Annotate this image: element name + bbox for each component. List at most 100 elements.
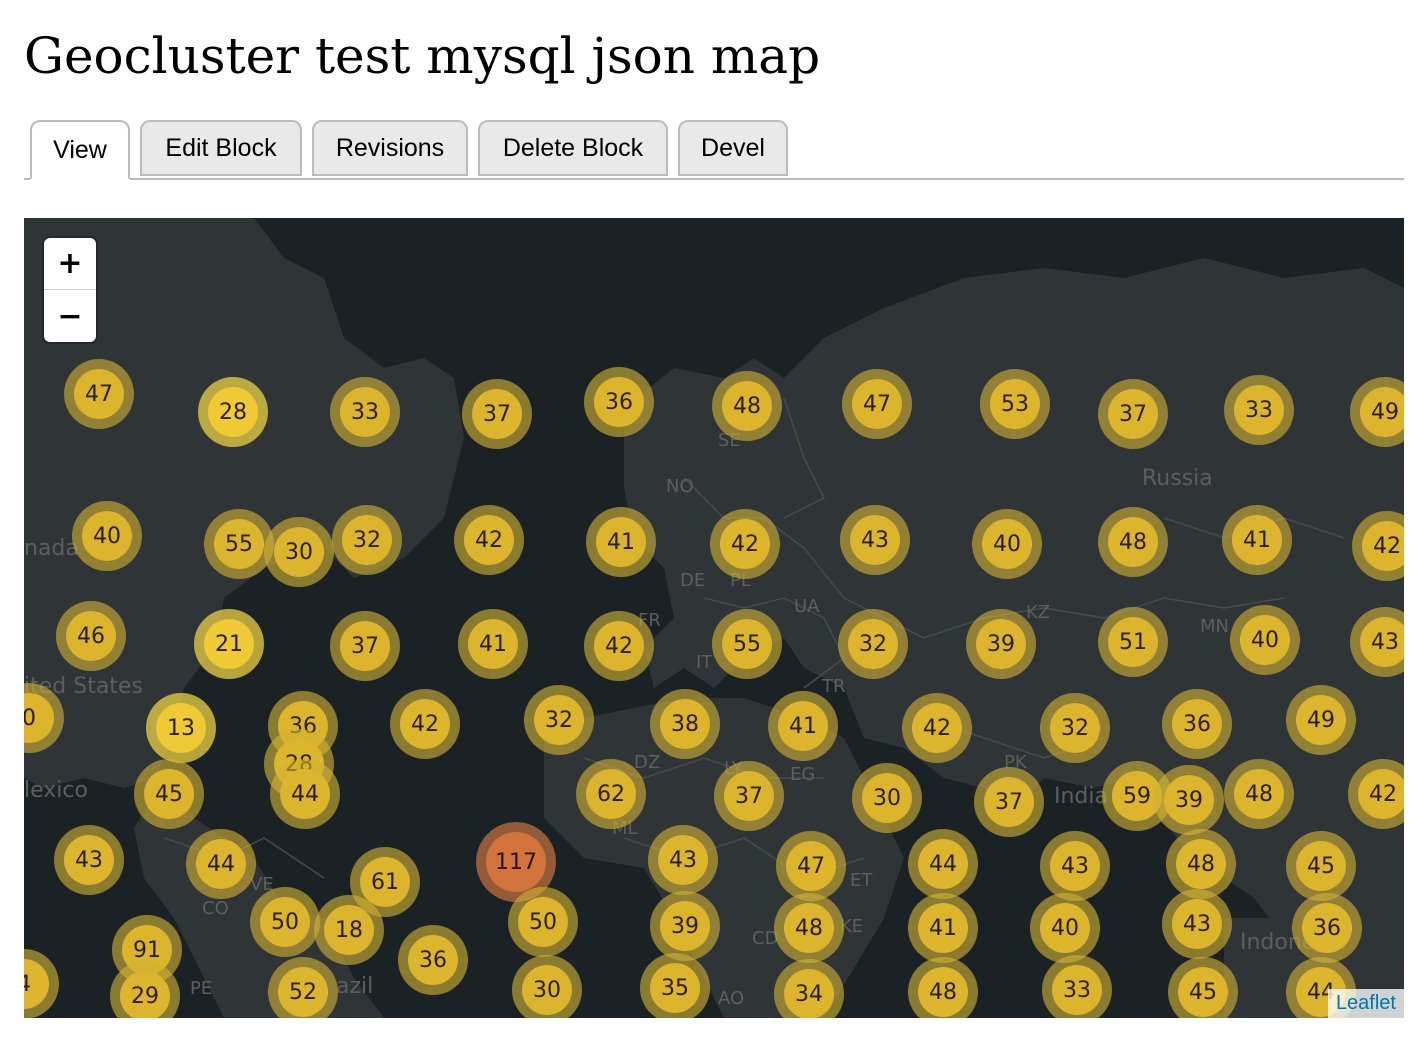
cluster-marker[interactable]: 37 xyxy=(330,611,400,681)
cluster-count: 49 xyxy=(1360,387,1404,437)
cluster-marker[interactable]: 37 xyxy=(462,379,532,449)
cluster-marker[interactable]: 33 xyxy=(1224,375,1294,445)
cluster-count: 39 xyxy=(1164,775,1214,825)
zoom-in-button[interactable]: + xyxy=(44,238,96,290)
cluster-marker[interactable]: 33 xyxy=(1042,955,1112,1018)
cluster-marker[interactable]: 47 xyxy=(64,359,134,429)
cluster-marker[interactable]: 32 xyxy=(838,609,908,679)
cluster-marker[interactable]: 35 xyxy=(640,953,710,1018)
cluster-count: 49 xyxy=(1296,695,1346,745)
cluster-marker[interactable]: 55 xyxy=(204,509,274,579)
cluster-marker[interactable]: 43 xyxy=(1162,889,1232,959)
cluster-marker[interactable]: 32 xyxy=(1040,693,1110,763)
cluster-count: 37 xyxy=(724,771,774,821)
cluster-marker[interactable]: 41 xyxy=(768,691,838,761)
cluster-marker[interactable]: 30 xyxy=(512,955,582,1018)
cluster-marker[interactable]: 42 xyxy=(390,689,460,759)
cluster-marker[interactable]: 45 xyxy=(1286,831,1356,901)
cluster-marker[interactable]: 42 xyxy=(710,509,780,579)
zoom-out-button[interactable]: − xyxy=(44,290,96,342)
cluster-marker[interactable]: 50 xyxy=(250,887,320,957)
tab-edit-block[interactable]: Edit Block xyxy=(140,120,302,176)
cluster-count: 43 xyxy=(1360,617,1404,667)
cluster-marker[interactable]: 45 xyxy=(134,759,204,829)
cluster-marker[interactable]: 48 xyxy=(908,957,978,1018)
cluster-marker[interactable]: 50 xyxy=(508,887,578,957)
tab-revisions[interactable]: Revisions xyxy=(312,120,468,176)
cluster-marker[interactable]: 43 xyxy=(1040,831,1110,901)
cluster-marker[interactable]: 41 xyxy=(458,609,528,679)
tab-view[interactable]: View xyxy=(30,120,130,180)
cluster-marker[interactable]: 48 xyxy=(1098,507,1168,577)
cluster-count: 21 xyxy=(204,619,254,669)
cluster-marker[interactable]: 37 xyxy=(974,767,1044,837)
tab-devel[interactable]: Devel xyxy=(678,120,788,176)
cluster-marker[interactable]: 30 xyxy=(264,517,334,587)
cluster-marker[interactable]: 37 xyxy=(714,761,784,831)
cluster-marker[interactable]: 39 xyxy=(966,609,1036,679)
cluster-marker[interactable]: 37 xyxy=(1098,379,1168,449)
cluster-marker[interactable]: 30 xyxy=(852,763,922,833)
cluster-marker[interactable]: 43 xyxy=(54,825,124,895)
cluster-marker[interactable]: 21 xyxy=(194,609,264,679)
cluster-marker[interactable]: 48 xyxy=(774,893,844,963)
cluster-count: 43 xyxy=(1050,841,1100,891)
cluster-marker[interactable]: 36 xyxy=(1162,689,1232,759)
cluster-marker[interactable]: 51 xyxy=(1098,607,1168,677)
cluster-marker[interactable]: 48 xyxy=(1224,759,1294,829)
label-co: CO xyxy=(202,898,229,919)
cluster-count: 37 xyxy=(1108,389,1158,439)
cluster-marker[interactable]: 45 xyxy=(1168,957,1238,1018)
cluster-marker[interactable]: 28 xyxy=(198,377,268,447)
map[interactable]: Russia NO SE DE PL UA FR IT TR KZ MN DZ … xyxy=(24,218,1404,1018)
cluster-count: 48 xyxy=(1108,517,1158,567)
cluster-marker[interactable]: 40 xyxy=(1030,893,1100,963)
cluster-marker[interactable]: 32 xyxy=(332,505,402,575)
cluster-marker[interactable]: 42 xyxy=(584,611,654,681)
cluster-marker[interactable]: 36 xyxy=(584,367,654,437)
cluster-marker[interactable]: 40 xyxy=(1230,605,1300,675)
cluster-count: 28 xyxy=(208,387,258,437)
cluster-marker[interactable]: 39 xyxy=(1154,765,1224,835)
cluster-count: 48 xyxy=(1234,769,1284,819)
cluster-count: 29 xyxy=(120,971,170,1018)
attribution-link[interactable]: Leaflet xyxy=(1327,989,1404,1018)
cluster-marker[interactable]: 47 xyxy=(842,369,912,439)
cluster-marker[interactable]: 41 xyxy=(1222,505,1292,575)
cluster-marker[interactable]: 62 xyxy=(576,759,646,829)
cluster-marker[interactable]: 36 xyxy=(398,925,468,995)
cluster-count: 36 xyxy=(594,377,644,427)
cluster-count: 41 xyxy=(778,701,828,751)
cluster-marker[interactable]: 41 xyxy=(908,893,978,963)
cluster-marker[interactable]: 36 xyxy=(1292,893,1362,963)
cluster-count: 41 xyxy=(468,619,518,669)
tab-delete-block[interactable]: Delete Block xyxy=(478,120,668,176)
cluster-count: 40 xyxy=(82,511,132,561)
cluster-marker[interactable]: 41 xyxy=(586,507,656,577)
cluster-count: 42 xyxy=(464,515,514,565)
cluster-marker[interactable]: 48 xyxy=(712,371,782,441)
cluster-marker[interactable]: 40 xyxy=(972,509,1042,579)
cluster-marker[interactable]: 38 xyxy=(650,689,720,759)
cluster-marker[interactable]: 46 xyxy=(56,601,126,671)
cluster-marker[interactable]: 49 xyxy=(1286,685,1356,755)
cluster-marker[interactable]: 47 xyxy=(776,831,846,901)
cluster-marker[interactable]: 42 xyxy=(454,505,524,575)
cluster-marker[interactable]: 13 xyxy=(146,693,216,763)
cluster-marker[interactable]: 32 xyxy=(524,685,594,755)
cluster-marker[interactable]: 43 xyxy=(648,825,718,895)
cluster-marker[interactable]: 44 xyxy=(186,829,256,899)
cluster-marker[interactable]: 44 xyxy=(908,829,978,899)
cluster-count: 37 xyxy=(984,777,1034,827)
cluster-marker[interactable]: 42 xyxy=(902,693,972,763)
cluster-marker[interactable]: 44 xyxy=(270,759,340,829)
cluster-marker[interactable]: 53 xyxy=(980,369,1050,439)
cluster-marker[interactable]: 33 xyxy=(330,377,400,447)
cluster-marker[interactable]: 18 xyxy=(314,895,384,965)
cluster-marker[interactable]: 40 xyxy=(72,501,142,571)
cluster-marker[interactable]: 43 xyxy=(840,505,910,575)
cluster-marker[interactable]: 55 xyxy=(712,609,782,679)
cluster-marker[interactable]: 52 xyxy=(268,957,338,1018)
cluster-marker[interactable]: 39 xyxy=(650,891,720,961)
label-india: India xyxy=(1054,784,1108,809)
